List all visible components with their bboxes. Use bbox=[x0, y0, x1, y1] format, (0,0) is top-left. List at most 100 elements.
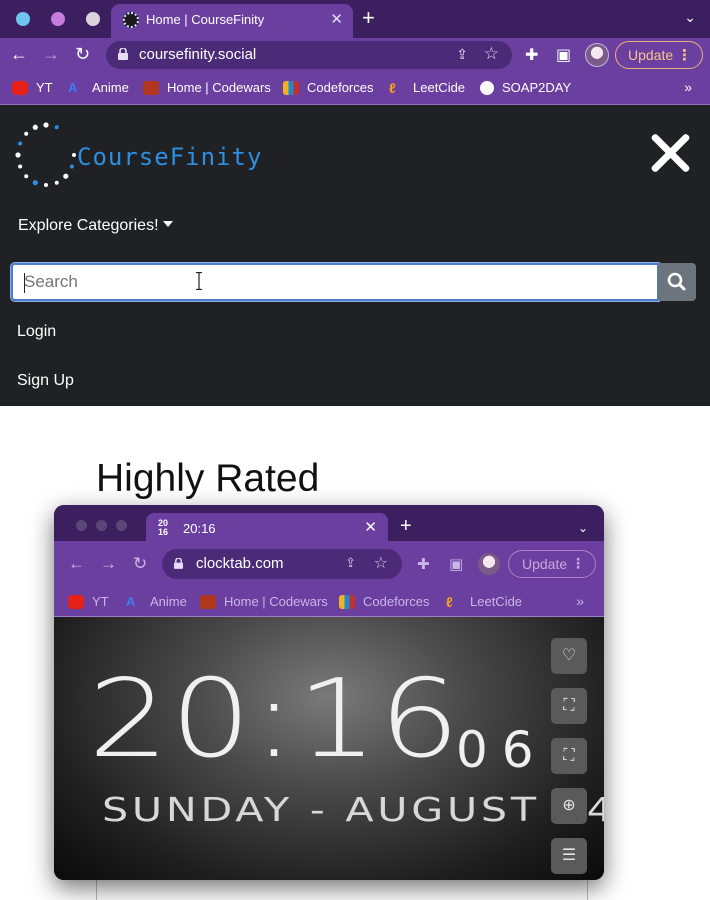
bookmark-anime[interactable]: A Anime bbox=[68, 80, 129, 95]
pip-tab-search-chevron-icon[interactable]: ⌄ bbox=[578, 521, 588, 535]
window-minimize-button[interactable] bbox=[51, 12, 65, 26]
pip-more-bookmarks-icon[interactable]: » bbox=[576, 593, 584, 609]
tab-close-icon[interactable]: ✕ bbox=[330, 10, 343, 28]
explore-label: Explore Categories! bbox=[18, 217, 159, 234]
forward-arrow-icon[interactable]: → bbox=[42, 43, 60, 65]
brand-name[interactable]: CourseFinity bbox=[77, 143, 262, 171]
bookmark-yt[interactable]: YT bbox=[12, 80, 53, 95]
zoom-in-icon[interactable]: ⊕ bbox=[551, 788, 587, 824]
profile-avatar[interactable] bbox=[585, 43, 609, 67]
logo-dot bbox=[15, 152, 21, 158]
extensions-puzzle-icon[interactable]: ✚ bbox=[525, 45, 538, 65]
browser-menu-icon[interactable]: ⋮ bbox=[677, 46, 692, 64]
pip-zoom-button[interactable] bbox=[116, 520, 127, 531]
logo-dot bbox=[18, 141, 23, 146]
pip-bookmark-anime[interactable]: A Anime bbox=[126, 594, 187, 609]
pip-extensions-puzzle-icon[interactable]: ✚ bbox=[417, 555, 430, 573]
window-zoom-button[interactable] bbox=[86, 12, 100, 26]
anime-icon: A bbox=[126, 593, 136, 609]
leetcode-icon: ℓ bbox=[389, 79, 396, 96]
coursefinity-logo-icon[interactable] bbox=[14, 121, 78, 189]
login-link[interactable]: Login bbox=[17, 323, 56, 341]
reload-icon[interactable]: ↻ bbox=[75, 43, 90, 65]
logo-dot bbox=[24, 131, 29, 136]
window-close-button[interactable] bbox=[16, 12, 30, 26]
pip-toolbar: ← → ↻ clocktab.com ⇪ ☆ ✚ ▣ Update ⋮ bbox=[54, 541, 604, 587]
pip-bookmark-yt[interactable]: YT bbox=[68, 594, 109, 609]
pip-lock-icon bbox=[174, 558, 183, 569]
caret-down-icon bbox=[162, 221, 173, 227]
codewars-icon bbox=[143, 80, 159, 95]
explore-categories-dropdown[interactable]: Explore Categories! bbox=[18, 217, 173, 235]
bookmark-label: LeetCide bbox=[470, 594, 523, 609]
pip-new-tab-button[interactable]: + bbox=[400, 516, 412, 536]
bookmark-label: Anime bbox=[150, 594, 187, 609]
tab-search-chevron-icon[interactable]: ⌄ bbox=[684, 9, 696, 26]
pip-address-url: clocktab.com bbox=[196, 555, 284, 572]
browser-tab-active[interactable]: Home | CourseFinity ✕ bbox=[111, 4, 353, 38]
pip-profile-avatar[interactable] bbox=[478, 553, 500, 575]
logo-dot bbox=[63, 173, 69, 179]
search-input[interactable] bbox=[24, 270, 644, 294]
logo-dot bbox=[43, 122, 49, 128]
share-icon[interactable]: ⇪ bbox=[456, 46, 468, 63]
pip-close-button[interactable] bbox=[76, 520, 87, 531]
search-button[interactable] bbox=[658, 263, 696, 301]
logo-dot bbox=[18, 164, 23, 169]
media-control-icon[interactable]: ▣ bbox=[556, 45, 571, 65]
address-bar[interactable]: coursefinity.social ⇪ ☆ bbox=[106, 41, 512, 69]
signup-link[interactable]: Sign Up bbox=[17, 372, 74, 390]
tab-title: Home | CourseFinity bbox=[146, 12, 265, 27]
bookmark-star-icon[interactable]: ☆ bbox=[484, 44, 499, 64]
bookmark-codeforces[interactable]: Codeforces bbox=[283, 80, 373, 95]
pip-browser-menu-icon[interactable]: ⋮ bbox=[571, 555, 585, 572]
floating-browser-window[interactable]: 20 16 20:16 ✕ + ⌄ ← → ↻ clocktab.com ⇪ ☆ … bbox=[54, 505, 604, 880]
globe-icon bbox=[480, 80, 494, 95]
pip-tab-title: 20:16 bbox=[183, 521, 216, 536]
pip-bookmark-codeforces[interactable]: Codeforces bbox=[339, 594, 429, 609]
pip-bookmark-codewars[interactable]: Home | Codewars bbox=[200, 594, 328, 609]
update-button[interactable]: Update ⋮ bbox=[615, 41, 703, 69]
pip-tab-active[interactable]: 20 16 20:16 ✕ bbox=[146, 513, 388, 543]
codeforces-icon bbox=[339, 594, 355, 609]
browser-toolbar: ← → ↻ coursefinity.social ⇪ ☆ ✚ ▣ Update… bbox=[0, 38, 710, 72]
logo-dot bbox=[54, 180, 59, 185]
pip-media-control-icon[interactable]: ▣ bbox=[449, 555, 463, 573]
bookmark-codewars[interactable]: Home | Codewars bbox=[143, 80, 271, 95]
pip-bookmark-star-icon[interactable]: ☆ bbox=[374, 553, 388, 573]
pip-reload-icon[interactable]: ↻ bbox=[133, 554, 147, 574]
logo-dot bbox=[54, 125, 59, 130]
clock-seconds: 06 bbox=[456, 721, 548, 779]
lock-icon bbox=[118, 48, 128, 60]
site-navbar: CourseFinity Explore Categories! Login S… bbox=[0, 105, 710, 406]
expand-icon[interactable]: ⛶ bbox=[551, 738, 587, 774]
bookmark-label: Home | Codewars bbox=[224, 594, 328, 609]
pip-minimize-button[interactable] bbox=[96, 520, 107, 531]
bookmark-soap2day[interactable]: SOAP2DAY bbox=[480, 80, 571, 95]
bookmark-label: Anime bbox=[92, 80, 129, 95]
coursefinity-favicon-icon bbox=[123, 12, 139, 28]
bookmark-label: Codeforces bbox=[307, 80, 374, 95]
new-tab-button[interactable]: + bbox=[362, 5, 375, 31]
search-field[interactable] bbox=[10, 262, 660, 302]
back-arrow-icon[interactable]: ← bbox=[10, 43, 28, 65]
pip-update-button[interactable]: Update ⋮ bbox=[508, 550, 596, 578]
logo-dot bbox=[24, 174, 29, 179]
pip-back-arrow-icon[interactable]: ← bbox=[68, 554, 85, 574]
bookmark-leetcode[interactable]: ℓ LeetCide bbox=[389, 80, 465, 95]
more-bookmarks-icon[interactable]: » bbox=[684, 79, 692, 95]
update-label: Update bbox=[628, 47, 674, 63]
close-menu-icon[interactable] bbox=[648, 131, 692, 175]
pip-bookmark-leetcode[interactable]: ℓ LeetCide bbox=[446, 594, 522, 609]
favorite-heart-icon[interactable]: ♡ bbox=[551, 638, 587, 674]
pip-tab-close-icon[interactable]: ✕ bbox=[364, 518, 377, 536]
bookmark-label: Codeforces bbox=[363, 594, 430, 609]
pip-share-icon[interactable]: ⇪ bbox=[345, 555, 356, 571]
address-url: coursefinity.social bbox=[139, 46, 257, 63]
fullscreen-icon[interactable]: ⛶ bbox=[551, 688, 587, 724]
pip-forward-arrow-icon[interactable]: → bbox=[100, 554, 117, 574]
clock-favicon-icon: 20 16 bbox=[158, 518, 169, 537]
pip-address-bar[interactable]: clocktab.com ⇪ ☆ bbox=[162, 549, 402, 579]
codewars-icon bbox=[200, 594, 216, 609]
settings-sliders-icon[interactable]: ☰ bbox=[551, 838, 587, 874]
